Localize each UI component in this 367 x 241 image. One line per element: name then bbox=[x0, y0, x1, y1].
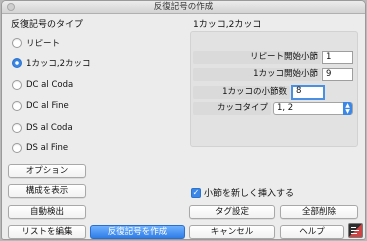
repeat-start-input[interactable]: 1 bbox=[322, 51, 353, 64]
ending-settings-panel: リピート開始小節 1 1カッコ開始小節 9 1カッコの小節数 8 カッコタイプ … bbox=[190, 31, 358, 147]
radio-button[interactable] bbox=[12, 38, 22, 48]
radio-option-dc-al-coda[interactable]: DC al Coda bbox=[12, 80, 73, 90]
options-button[interactable]: オプション bbox=[8, 164, 86, 178]
app-icon bbox=[348, 223, 363, 238]
dialog-window: 反復記号の作成 反復記号のタイプ リピート 1カッコ,2カッコ DC al Co… bbox=[1, 0, 366, 240]
checkbox-checked-icon[interactable]: ✓ bbox=[191, 187, 201, 198]
radio-button[interactable] bbox=[12, 101, 22, 111]
tag-settings-button[interactable]: タグ設定 bbox=[189, 205, 275, 219]
radio-label: DS al Coda bbox=[26, 123, 73, 133]
radio-button[interactable] bbox=[12, 80, 22, 90]
auto-detect-button[interactable]: 自動検出 bbox=[8, 205, 86, 219]
edit-list-button[interactable]: リストを編集 bbox=[8, 225, 86, 239]
bracket1-start-input[interactable]: 9 bbox=[322, 68, 353, 81]
bracket-type-value: 1, 2 bbox=[277, 103, 294, 113]
insert-bars-checkbox-row[interactable]: ✓ 小節を新しく挿入する bbox=[191, 186, 294, 199]
bracket1-bars-input[interactable]: 8 bbox=[291, 85, 325, 100]
radio-label: DS al Fine bbox=[26, 143, 69, 153]
create-repeat-button[interactable]: 反復記号を作成 bbox=[90, 225, 185, 239]
radio-option-ds-al-coda[interactable]: DS al Coda bbox=[12, 123, 73, 133]
title-bar: 反復記号の作成 bbox=[2, 1, 365, 14]
repeat-start-label: リピート開始小節 bbox=[193, 51, 321, 64]
show-structure-button[interactable]: 構成を表示 bbox=[8, 184, 86, 198]
bracket1-bars-label: 1カッコの小節数 bbox=[193, 86, 290, 99]
bracket1-start-label: 1カッコ開始小節 bbox=[193, 68, 321, 81]
ending-settings-heading: 1カッコ,2カッコ bbox=[193, 20, 262, 30]
radio-option-repeat[interactable]: リピート bbox=[12, 37, 60, 49]
bracket-type-select[interactable]: 1, 2 ▲ ▼ bbox=[273, 102, 353, 115]
radio-button-selected[interactable] bbox=[12, 58, 22, 68]
window-title: 反復記号の作成 bbox=[153, 2, 214, 12]
insert-bars-label: 小節を新しく挿入する bbox=[204, 189, 295, 199]
radio-option-dc-al-fine[interactable]: DC al Fine bbox=[12, 101, 69, 111]
help-button[interactable]: ヘルプ bbox=[280, 225, 344, 239]
radio-label: 1カッコ,2カッコ bbox=[26, 59, 91, 69]
radio-label: リピート bbox=[26, 39, 61, 49]
repeat-type-heading: 反復記号のタイプ bbox=[11, 20, 84, 30]
delete-all-button[interactable]: 全部削除 bbox=[280, 205, 358, 219]
cancel-button[interactable]: キャンセル bbox=[189, 225, 275, 239]
radio-label: DC al Fine bbox=[26, 101, 69, 111]
select-arrows-icon: ▲ ▼ bbox=[343, 102, 352, 115]
close-window-button[interactable] bbox=[7, 3, 15, 11]
radio-option-ds-al-fine[interactable]: DS al Fine bbox=[12, 143, 68, 153]
radio-option-1st-2nd-ending[interactable]: 1カッコ,2カッコ bbox=[12, 57, 91, 69]
radio-button[interactable] bbox=[12, 143, 22, 153]
radio-button[interactable] bbox=[12, 123, 22, 133]
radio-label: DC al Coda bbox=[26, 80, 74, 90]
bracket-type-label: カッコタイプ bbox=[193, 102, 271, 115]
